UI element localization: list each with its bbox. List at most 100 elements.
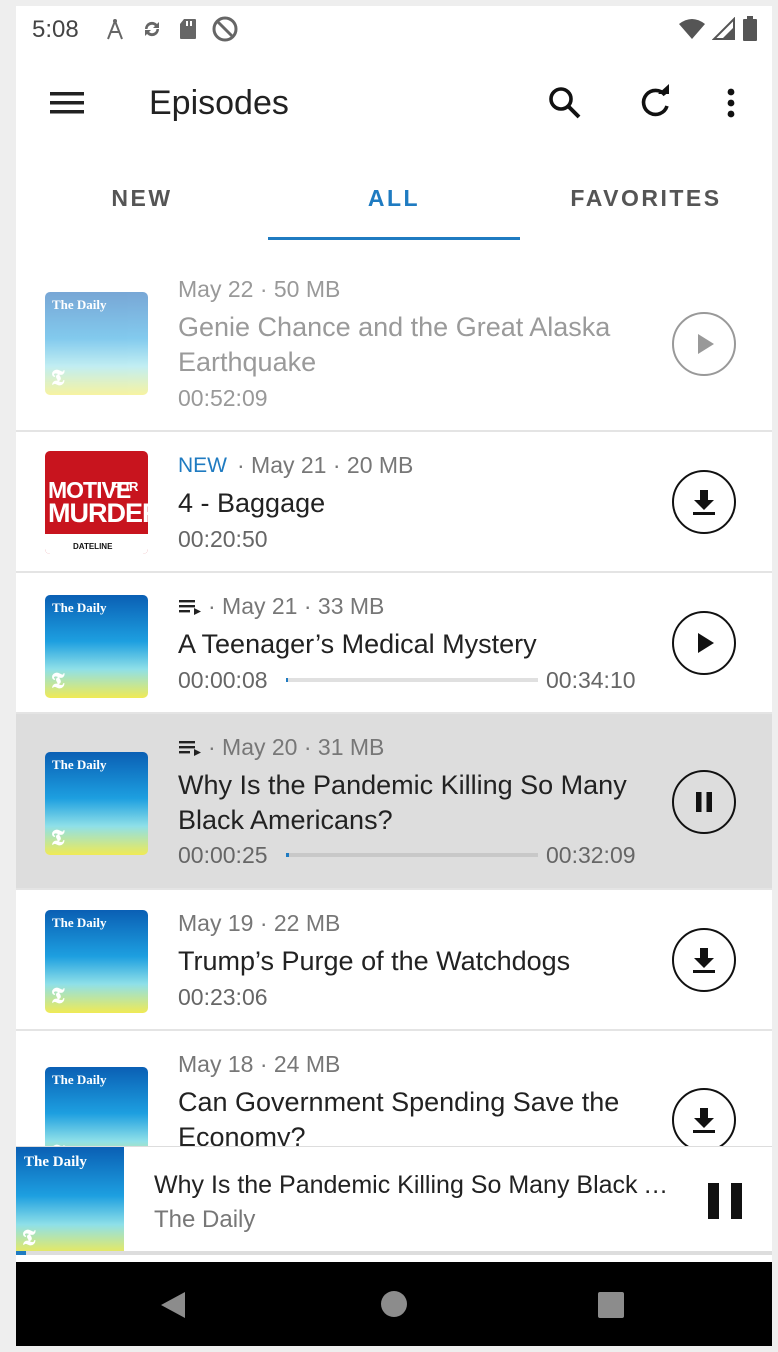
download-icon: [693, 948, 715, 973]
play-button[interactable]: [672, 312, 736, 376]
download-icon: [693, 490, 715, 515]
tab-indicator: [268, 237, 520, 240]
signal-tower-icon: [107, 19, 123, 40]
episode-row[interactable]: The Daily 𝕿 May 18 · 24 MB Can Governmen…: [16, 1031, 772, 1146]
episode-title: A Teenager’s Medical Mystery: [178, 629, 537, 659]
download-button[interactable]: [672, 928, 736, 992]
wifi-icon: [679, 19, 705, 39]
back-triangle-icon: [161, 1292, 185, 1318]
episode-row[interactable]: The Daily 𝕿 · May 21 · 33 MB A Teenager’…: [16, 573, 772, 714]
pause-button[interactable]: [672, 770, 736, 834]
mini-player-pause-button[interactable]: [706, 1181, 746, 1226]
artwork-label: The Daily: [52, 1072, 107, 1087]
episode-duration: 00:34:10: [546, 667, 636, 693]
play-icon: [698, 633, 714, 653]
artwork-label: The Daily: [52, 757, 107, 772]
status-time: 5:08: [32, 16, 79, 43]
pause-icon: [696, 792, 712, 812]
nav-back-button[interactable]: [158, 1290, 188, 1325]
search-button[interactable]: [544, 82, 586, 129]
episode-progress-fill: [286, 853, 290, 857]
nyt-logo-icon: 𝕿: [51, 983, 65, 1008]
nav-recents-button[interactable]: [597, 1291, 625, 1324]
home-circle-icon: [381, 1291, 407, 1317]
refresh-button[interactable]: [634, 82, 676, 129]
download-icon: [693, 1108, 715, 1133]
refresh-icon: [641, 84, 669, 117]
episode-artwork: The Daily 𝕿: [45, 292, 148, 395]
menu-button[interactable]: [46, 82, 88, 129]
status-system-icons: [678, 16, 758, 42]
sync-icon: [144, 21, 160, 37]
episode-artwork: The Daily 𝕿: [45, 1067, 148, 1146]
artwork-label: The Daily: [52, 600, 107, 615]
nyt-logo-icon: 𝕿: [51, 825, 65, 850]
more-vert-icon: [727, 88, 735, 118]
battery-icon: [743, 16, 757, 41]
mini-player-title: Why Is the Pandemic Killing So Many Blac…: [154, 1171, 674, 1199]
episode-position: 00:00:25: [178, 842, 268, 868]
episode-duration: 00:23:06: [178, 984, 268, 1010]
episode-meta: NEW · May 21 · 20 MB: [178, 452, 413, 479]
page-title: Episodes: [149, 84, 289, 122]
nyt-logo-icon: 𝕿: [51, 365, 65, 390]
episode-artwork: The Daily 𝕿: [45, 752, 148, 855]
episode-meta: · May 21 · 33 MB: [178, 593, 384, 620]
mini-player-progress-fill: [16, 1251, 26, 1255]
nyt-logo-icon: 𝕿: [51, 668, 65, 693]
play-button[interactable]: [672, 611, 736, 675]
recents-square-icon: [598, 1292, 624, 1318]
episode-row[interactable]: The Daily 𝕿 May 22 · 50 MB Genie Chance …: [16, 242, 772, 432]
episode-duration: 00:52:09: [178, 385, 268, 411]
nav-home-button[interactable]: [380, 1290, 408, 1323]
episode-date-size: May 18 · 24 MB: [178, 1051, 341, 1077]
artwork-label-for: FOR: [111, 479, 139, 494]
episode-meta: May 19 · 22 MB: [178, 910, 340, 937]
artwork-label: The Daily: [24, 1154, 87, 1170]
episode-row[interactable]: MOTIVE FOR MURDER DATELINE NEW · May 21 …: [16, 432, 772, 573]
more-options-button[interactable]: [716, 82, 746, 129]
episode-duration: 00:32:09: [546, 842, 636, 868]
at-sign-icon: [212, 16, 238, 42]
play-icon: [698, 334, 714, 354]
episode-title: Why Is the Pandemic Killing So Many Blac…: [178, 770, 627, 835]
episode-artwork: The Daily 𝕿: [45, 595, 148, 698]
sd-card-icon: [180, 19, 196, 39]
cell-signal-icon: [712, 17, 735, 40]
episode-meta: May 22 · 50 MB: [178, 276, 340, 303]
episode-tabs: NEW ALL FAVORITES: [16, 152, 772, 240]
episode-meta: May 18 · 24 MB: [178, 1051, 340, 1078]
episode-row[interactable]: The Daily 𝕿 May 19 · 22 MB Trump’s Purge…: [16, 890, 772, 1031]
download-button[interactable]: [672, 1088, 736, 1146]
episode-date-size: · May 21 · 33 MB: [208, 593, 385, 619]
episode-artwork: The Daily 𝕿: [45, 910, 148, 1013]
episode-progress-fill: [286, 678, 289, 682]
episode-title: Genie Chance and the Great Alaska Earthq…: [178, 312, 611, 377]
artwork-brand: DATELINE: [73, 542, 113, 551]
tab-favorites[interactable]: FAVORITES: [520, 152, 772, 240]
artwork-label-murder: MURDER: [48, 498, 148, 528]
episode-list[interactable]: The Daily 𝕿 May 22 · 50 MB Genie Chance …: [16, 242, 772, 1146]
mini-player[interactable]: The Daily 𝕿 Why Is the Pandemic Killing …: [16, 1146, 772, 1255]
episode-date-size: · May 21 · 20 MB: [237, 452, 414, 478]
nyt-logo-icon: 𝕿: [22, 1225, 36, 1250]
episode-position: 00:00:08: [178, 667, 268, 693]
episode-title: 4 - Baggage: [178, 488, 326, 518]
system-navigation-bar: [16, 1262, 772, 1346]
artwork-label: The Daily: [52, 297, 107, 312]
download-button[interactable]: [672, 470, 736, 534]
hamburger-menu-icon: [50, 92, 84, 114]
app-bar: Episodes: [16, 52, 772, 152]
episode-meta: · May 20 · 31 MB: [178, 734, 384, 761]
tab-new[interactable]: NEW: [16, 152, 268, 240]
status-bar: 5:08: [16, 6, 772, 52]
tab-all[interactable]: ALL: [268, 152, 520, 240]
episode-duration: 00:20:50: [178, 526, 268, 552]
episode-date-size: May 19 · 22 MB: [178, 910, 341, 936]
mini-player-podcast: The Daily: [154, 1206, 256, 1233]
episode-row-selected[interactable]: The Daily 𝕿 · May 20 · 31 MB Why Is the …: [16, 714, 772, 890]
pause-icon: [708, 1183, 742, 1219]
queue-icon: [179, 599, 201, 615]
new-badge: NEW: [178, 453, 227, 477]
episode-progress-bar: [286, 678, 538, 682]
